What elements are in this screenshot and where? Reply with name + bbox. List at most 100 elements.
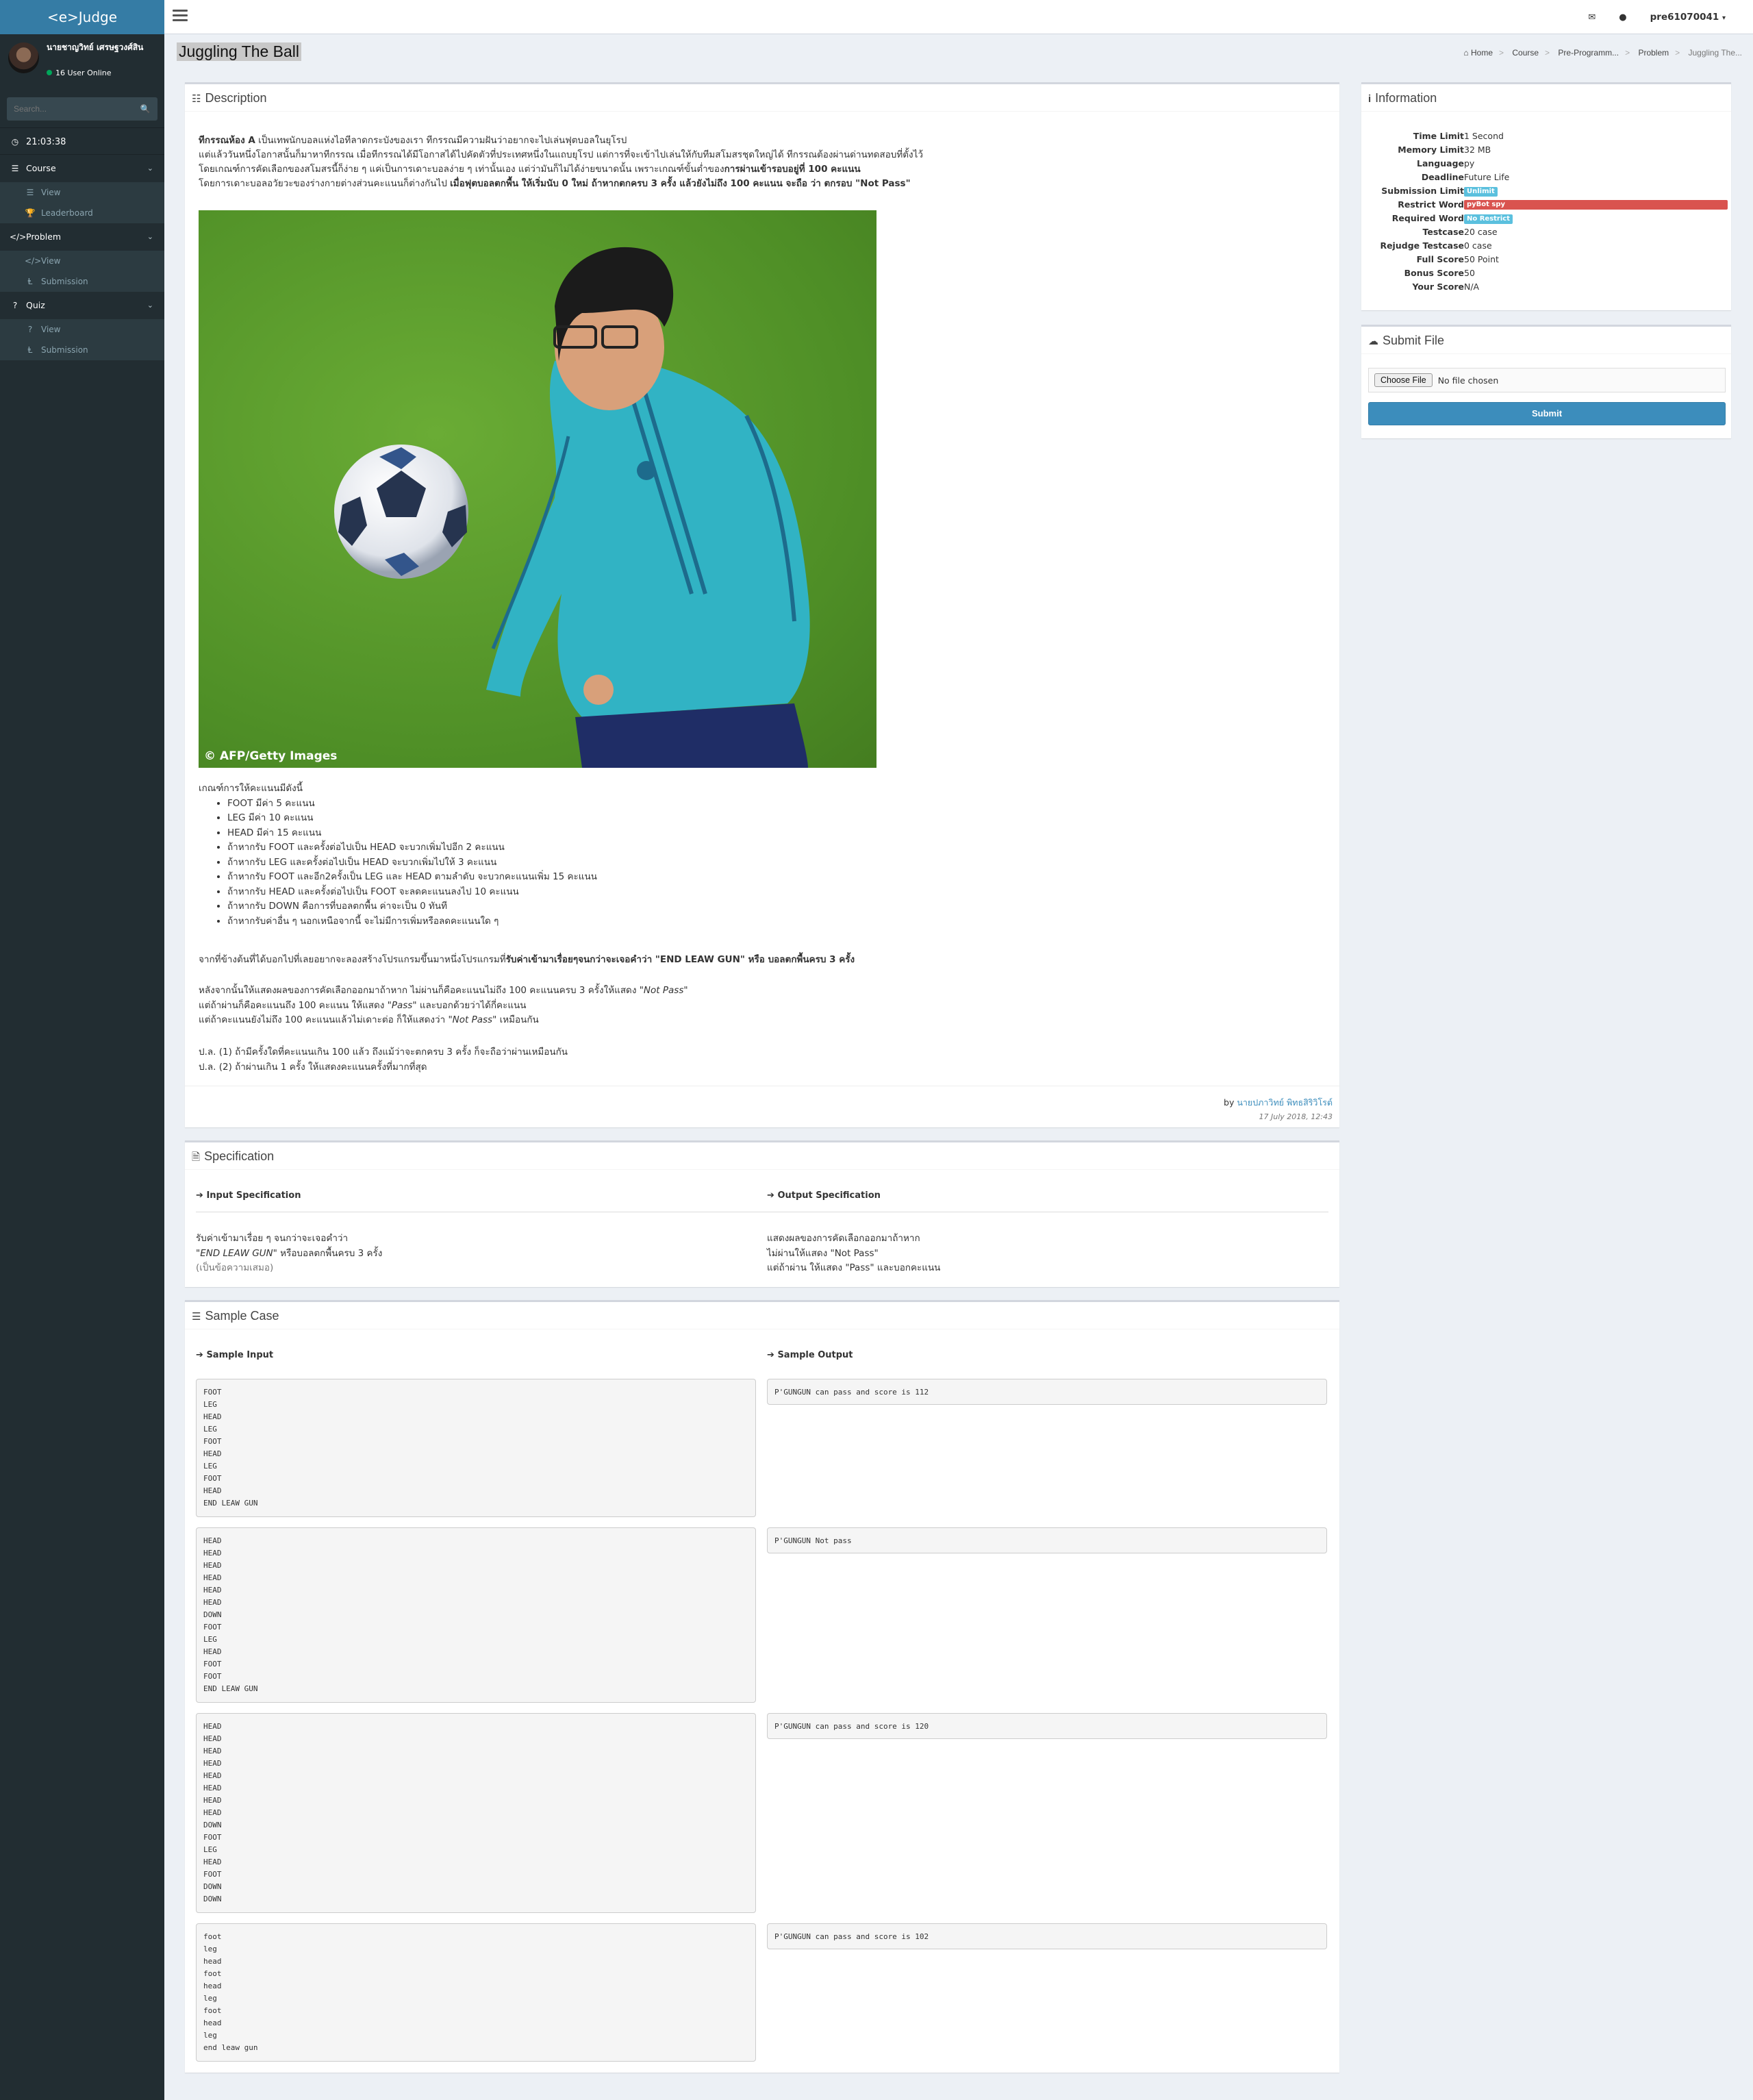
search-input[interactable] — [7, 97, 130, 121]
sample-input-3: HEAD HEAD HEAD HEAD HEAD HEAD HEAD HEAD … — [196, 1713, 756, 1913]
sidebar-item-label: Submission — [41, 345, 88, 355]
sample-output-4: P'GUNGUN can pass and score is 102 — [767, 1923, 1327, 1949]
list-ol-icon: ☰ — [192, 1311, 201, 1323]
postscript-2: ป.ล. (2) ถ้าผ่านเกิน 1 ครั้ง ให้แสดงคะแน… — [199, 1061, 427, 1073]
info-value: No Restrict — [1464, 212, 1513, 225]
sidebar-item-quiz-view[interactable]: ? View — [0, 319, 164, 340]
sidebar-item-leaderboard[interactable]: 🏆 Leaderboard — [0, 203, 164, 223]
intro-bold: ทีกรรณห้อง A — [199, 135, 255, 146]
sample-output-2: P'GUNGUN Not pass — [767, 1527, 1327, 1553]
output-spec-text: แสดงผลของการคัดเลือกออกมาถ้าหาก ไม่ผ่านใ… — [767, 1232, 940, 1276]
envelope-icon[interactable]: ✉ — [1588, 12, 1596, 23]
globe-icon[interactable]: ● — [1619, 12, 1626, 23]
description-title: Description — [205, 91, 267, 105]
sidebar-item-problem-submission[interactable]: Ⱡ Submission — [0, 271, 164, 292]
newspaper-icon: ☷ — [192, 93, 201, 105]
status-badge: Unlimit — [1464, 186, 1498, 197]
output-rule-3-tail: เหมือนกัน — [496, 1014, 539, 1025]
author-link[interactable]: นายปภาวิทย์ พิทธสิริวิโรต์ — [1237, 1097, 1333, 1108]
clock-icon: ◷ — [11, 137, 19, 147]
specification-header: 🗎 Specification — [185, 1142, 1339, 1170]
task-statement: จากที่ข้างต้นที่ได้บอกไปที่เลยอยากจะลองส… — [199, 953, 1226, 968]
output-rule-2-tail: และบอกด้วยว่าได้กี่คะแนน — [416, 999, 527, 1011]
info-row: Full Score 50 Point — [1361, 253, 1731, 266]
postscript-1: ป.ล. (1) ถ้ามีครั้งใดที่คะแนนเกิน 100 แล… — [199, 1047, 568, 1058]
info-key: Full Score — [1416, 254, 1464, 264]
submit-button[interactable]: Submit — [1368, 402, 1726, 425]
sidebar-item-problem-view[interactable]: </>View — [0, 251, 164, 271]
sample-output-3: P'GUNGUN can pass and score is 120 — [767, 1713, 1327, 1739]
scoring-criteria: เกณฑ์การให้คะแนนมีดังนี้ FOOT มีค่า 5 คะ… — [199, 782, 1226, 929]
file-input[interactable]: Choose File No file chosen — [1368, 368, 1726, 392]
output-rule-2: แต่ถ้าผ่านก็คือคะแนนถึง 100 คะแนน ให้แสด… — [199, 999, 388, 1011]
sample-case-box: ☰ Sample Case ➔ Sample Input ➔ Sample Out… — [185, 1300, 1339, 2073]
info-row: Deadline Future Life — [1361, 171, 1731, 184]
breadcrumb-course[interactable]: Course — [1512, 48, 1539, 58]
clock: ◷ 21:03:38 — [0, 127, 164, 155]
description-header: ☷ Description — [185, 84, 1339, 112]
account-menu[interactable]: pre61070041 ▾ — [1650, 12, 1726, 23]
info-row: Rejudge Testcase 0 case — [1361, 239, 1731, 253]
info-value: 32 MB — [1464, 145, 1491, 155]
info-value: N/A — [1464, 282, 1480, 292]
input-spec-line-2-italic: "END LEAW GUN" — [196, 1247, 277, 1259]
course-submenu: ☰ View 🏆 Leaderboard — [0, 182, 164, 223]
submit-file-header: ☁ Submit File — [1361, 327, 1731, 354]
input-spec-title: ➔ Input Specification — [196, 1190, 301, 1201]
breadcrumb-home[interactable]: Home — [1471, 48, 1493, 58]
problem-photo: © AFP/Getty Images — [199, 210, 876, 768]
info-key: Rejudge Testcase — [1380, 240, 1464, 251]
sidebar-item-label: Leaderboard — [41, 208, 93, 218]
description-box: ☷ Description ทีกรรณห้อง A เป็นเทพนักบอลแ… — [185, 82, 1339, 1127]
info-row: Time Limit 1 Second — [1361, 129, 1731, 143]
input-spec-line-1: รับค่าเข้ามาเรื่อย ๆ จนกว่าจะเจอคำว่า — [196, 1233, 349, 1244]
choose-file-button[interactable]: Choose File — [1374, 373, 1433, 387]
info-value: 0 case — [1464, 240, 1492, 251]
intro-line-2: แต่แล้ววันหนึ่งโอกาสนั้นก็มาหาทีกรรณ เมื… — [199, 149, 923, 160]
user-name: นายชาญวิทย์ เศรษฐวงศ์สิน — [47, 42, 144, 52]
output-rule-1-italic: "Not Pass" — [639, 985, 688, 996]
sample-input-2: HEAD HEAD HEAD HEAD HEAD HEAD DOWN FOOT … — [196, 1527, 756, 1703]
sample-input-label: Sample Input — [206, 1350, 274, 1360]
sidebar-search: 🔍 — [7, 97, 157, 121]
photo-credit: © AFP/Getty Images — [204, 749, 337, 763]
info-row: Testcase 20 case — [1361, 225, 1731, 239]
caret-down-icon: ▾ — [1722, 14, 1726, 22]
football-icon — [334, 445, 468, 579]
info-key: Restrict Word — [1398, 199, 1464, 210]
sidebar-item-problem[interactable]: </>Problem ⌄ — [0, 223, 164, 251]
list-item: ถ้าหากรับ LEG และครั้งต่อไปเป็น HEAD จะบ… — [227, 855, 1226, 871]
output-rule-3: แต่ถ้าคะแนนยังไม่ถึง 100 คะแนนแล้วไม่เดา… — [199, 1014, 449, 1025]
sidebar-item-course[interactable]: ☰ Course ⌄ — [0, 155, 164, 182]
info-key: Your Score — [1412, 282, 1464, 292]
output-spec-line-1: แสดงผลของการคัดเลือกออกมาถ้าหาก — [767, 1233, 920, 1244]
breadcrumb-course-name[interactable]: Pre-Programm... — [1558, 48, 1619, 58]
info-key: Bonus Score — [1404, 268, 1464, 278]
list-icon: ☰ — [11, 164, 19, 173]
info-key: Testcase — [1422, 227, 1464, 237]
status-badge: No Restrict — [1464, 214, 1513, 224]
output-rule-3-italic: "Not Pass" — [448, 1014, 497, 1025]
sidebar-item-quiz-submission[interactable]: Ⱡ Submission — [0, 340, 164, 360]
app-brand[interactable]: <e>Judge — [0, 0, 164, 34]
breadcrumb-problem[interactable]: Problem — [1638, 48, 1669, 58]
search-button[interactable]: 🔍 — [133, 97, 157, 121]
information-title: Information — [1375, 91, 1437, 105]
online-count: 16 User Online — [55, 68, 112, 77]
criteria-list: FOOT มีค่า 5 คะแนน LEG มีค่า 10 คะแนน HE… — [227, 797, 1226, 929]
info-row: Your Score N/A — [1361, 280, 1731, 294]
list-item: FOOT มีค่า 5 คะแนน — [227, 797, 1226, 812]
online-dot-icon — [47, 70, 52, 75]
intro-line-3-bold: การผ่านเข้ารอบอยู่ที่ 100 คะแนน — [724, 164, 861, 175]
breadcrumb-separator: > — [1499, 48, 1504, 58]
sidebar-toggle-icon[interactable] — [173, 10, 188, 23]
page-title: Juggling The Ball — [177, 42, 302, 61]
sign-out-icon: ➔ — [767, 1350, 774, 1360]
home-icon: ⌂ — [1463, 48, 1469, 58]
sidebar-item-quiz[interactable]: ? Quiz ⌄ — [0, 292, 164, 319]
user-panel: นายชาญวิทย์ เศรษฐวงศ์สิน 16 User Online — [0, 34, 164, 88]
intro-line-3: โดยเกณฑ์การคัดเลือกของสโมสรนี้ก็ง่าย ๆ แ… — [199, 164, 724, 175]
file-icon: 🗎 — [192, 1151, 201, 1163]
question-icon: ? — [12, 301, 18, 310]
sidebar-item-course-view[interactable]: ☰ View — [0, 182, 164, 203]
